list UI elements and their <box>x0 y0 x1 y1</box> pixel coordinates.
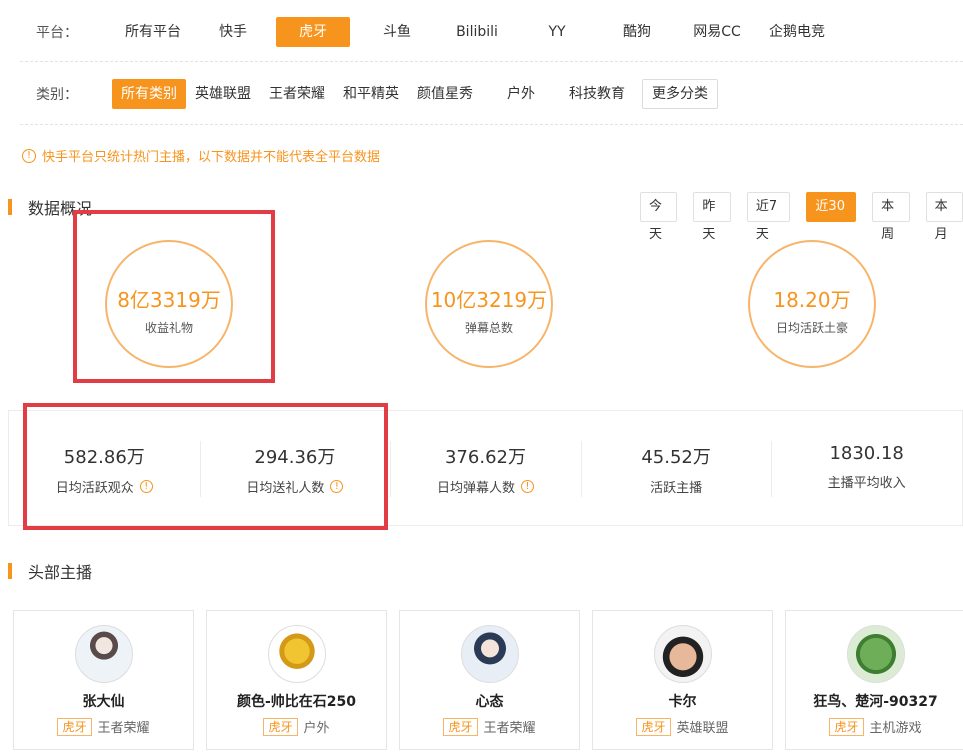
top-streamers-title: 头部主播 <box>28 563 93 582</box>
stat-value: 582.86万 <box>63 447 145 468</box>
metric-label: 日均活跃土豪 <box>775 321 848 335</box>
avatar <box>74 625 133 683</box>
platform-yy[interactable]: YY <box>516 17 598 47</box>
streamer-card[interactable]: 张大仙 虎牙 王者荣耀 <box>13 610 194 750</box>
platform-penguin-esports[interactable]: 企鹅电竞 <box>756 17 838 47</box>
avatar <box>267 625 326 683</box>
category-peace-elite[interactable]: 和平精英 <box>334 79 408 109</box>
streamer-name: 卡尔 <box>668 694 697 710</box>
stat-label: 主播平均收入 <box>827 476 906 491</box>
category-outdoor[interactable]: 户外 <box>498 79 544 109</box>
category-tech-edu[interactable]: 科技教育 <box>560 79 634 109</box>
stat-value: 294.36万 <box>254 447 336 468</box>
metric-value: 10亿3219万 <box>430 288 548 312</box>
stat-daily-danmaku-users: 376.62万 日均弹幕人数 ! <box>390 411 581 525</box>
stat-active-streamers: 45.52万 活跃主播 <box>580 411 772 525</box>
streamer-name: 心态 <box>475 694 504 710</box>
more-categories-button[interactable]: 更多分类 <box>642 79 718 109</box>
info-icon[interactable]: ! <box>330 480 344 493</box>
platform-kuaishou[interactable]: 快手 <box>192 17 274 47</box>
avatar <box>653 625 712 683</box>
streamer-card[interactable]: 狂鸟、楚河-90327 虎牙 主机游戏 <box>785 610 963 750</box>
stat-avg-streamer-income: 1830.18 主播平均收入 <box>771 411 962 525</box>
platform-tag: 虎牙 <box>636 717 671 736</box>
section-accent-bar <box>8 563 12 579</box>
streamer-category: 户外 <box>303 721 330 736</box>
stat-label: 日均弹幕人数 <box>436 481 515 496</box>
streamer-card[interactable]: 颜色-帅比在石250 虎牙 户外 <box>206 610 387 750</box>
platform-all[interactable]: 所有平台 <box>112 17 194 47</box>
platform-netease-cc[interactable]: 网易CC <box>676 17 758 47</box>
date-range-tabs: 今天 昨天 近7天 近30天 本周 本月 <box>640 192 963 242</box>
platform-douyu[interactable]: 斗鱼 <box>356 17 438 47</box>
daily-active-spenders-metric: 18.20万 日均活跃土豪 <box>748 240 876 368</box>
platform-huya[interactable]: 虎牙 <box>276 17 350 47</box>
warning-icon: ! <box>22 148 36 163</box>
streamer-name: 狂鸟、楚河-90327 <box>813 694 938 710</box>
avatar <box>460 625 519 683</box>
streamer-category: 王者荣耀 <box>97 721 150 736</box>
divider <box>20 124 963 125</box>
category-label: 类别： <box>36 87 78 103</box>
stat-daily-gift-givers: 294.36万 日均送礼人数 ! <box>199 411 391 525</box>
category-filter-row: 类别： 所有类别 英雄联盟 王者荣耀 和平精英 颜值星秀 户外 科技教育 更多分… <box>20 76 963 112</box>
platform-notice: ! 快手平台只统计热门主播，以下数据并不能代表全平台数据 <box>22 146 380 165</box>
category-lol[interactable]: 英雄联盟 <box>186 79 260 109</box>
streamer-category: 主机游戏 <box>869 721 922 736</box>
category-beauty-show[interactable]: 颜值星秀 <box>408 79 482 109</box>
range-7-days[interactable]: 近7天 <box>746 192 791 242</box>
overview-title: 数据概况 <box>28 199 93 218</box>
info-icon[interactable]: ! <box>139 480 153 493</box>
section-accent-bar <box>8 199 12 215</box>
platform-bilibili[interactable]: Bilibili <box>436 17 518 47</box>
notice-text: 快手平台只统计热门主播，以下数据并不能代表全平台数据 <box>42 150 381 165</box>
streamer-name: 张大仙 <box>82 694 125 710</box>
category-honor-of-kings[interactable]: 王者荣耀 <box>260 79 334 109</box>
info-icon[interactable]: ! <box>520 480 534 493</box>
category-all[interactable]: 所有类别 <box>112 79 186 109</box>
streamer-category: 英雄联盟 <box>676 721 729 736</box>
stat-value: 1830.18 <box>829 443 904 464</box>
metric-label: 收益礼物 <box>144 321 193 335</box>
metric-label: 弹幕总数 <box>464 321 513 335</box>
range-this-month[interactable]: 本月 <box>925 192 963 242</box>
metric-value: 8亿3319万 <box>117 288 221 312</box>
range-yesterday[interactable]: 昨天 <box>693 192 731 242</box>
avatar <box>846 625 905 683</box>
overview-section-title: 数据概况 <box>8 195 92 219</box>
metric-value: 18.20万 <box>773 288 851 312</box>
platform-filter-row: 平台： 所有平台 快手 虎牙 斗鱼 Bilibili YY 酷狗 网易CC 企鹅… <box>20 14 963 50</box>
platform-tag: 虎牙 <box>263 717 298 736</box>
streamer-category: 王者荣耀 <box>483 721 536 736</box>
streamer-card[interactable]: 心态 虎牙 王者荣耀 <box>399 610 580 750</box>
gift-revenue-metric: 8亿3319万 收益礼物 <box>105 240 233 368</box>
platform-tag: 虎牙 <box>443 717 478 736</box>
platform-kugou[interactable]: 酷狗 <box>596 17 678 47</box>
divider <box>20 61 963 62</box>
stat-label: 日均活跃观众 <box>55 481 134 496</box>
stat-label: 活跃主播 <box>650 481 703 496</box>
stat-daily-active-viewers: 582.86万 日均活跃观众 ! <box>9 411 200 525</box>
platform-tag: 虎牙 <box>57 717 92 736</box>
streamer-card[interactable]: 卡尔 虎牙 英雄联盟 <box>592 610 773 750</box>
range-30-days[interactable]: 近30天 <box>806 192 857 242</box>
stats-panel: 582.86万 日均活跃观众 ! 294.36万 日均送礼人数 ! 376.62… <box>8 410 963 526</box>
range-this-week[interactable]: 本周 <box>872 192 910 242</box>
danmaku-total-metric: 10亿3219万 弹幕总数 <box>425 240 553 368</box>
stat-label: 日均送礼人数 <box>246 481 325 496</box>
stat-value: 376.62万 <box>444 447 526 468</box>
platform-label: 平台： <box>36 25 78 41</box>
range-today[interactable]: 今天 <box>640 192 678 242</box>
platform-tag: 虎牙 <box>829 717 864 736</box>
top-streamers-section-title: 头部主播 <box>8 559 92 583</box>
streamer-cards: 张大仙 虎牙 王者荣耀 颜色-帅比在石250 虎牙 户外 心态 虎牙 王者荣耀 … <box>13 610 963 750</box>
streamer-name: 颜色-帅比在石250 <box>236 694 357 710</box>
stat-value: 45.52万 <box>641 447 711 468</box>
